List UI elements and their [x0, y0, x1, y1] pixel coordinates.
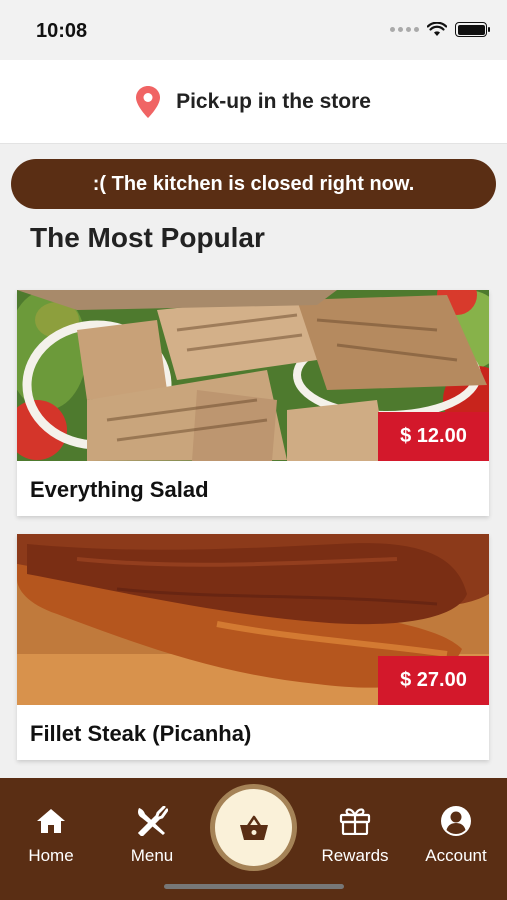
product-title: Fillet Steak (Picanha) [30, 721, 252, 746]
section-title: The Most Popular [30, 222, 265, 253]
nav-label-home: Home [28, 846, 74, 865]
basket-button[interactable] [210, 784, 297, 871]
home-indicator[interactable] [164, 884, 344, 889]
pickup-selector[interactable]: Pick-up in the store [0, 60, 507, 144]
nav-item-account[interactable]: Account [406, 804, 506, 868]
status-time: 10:08 [36, 20, 88, 42]
signal-icon [390, 27, 419, 32]
fork-knife-icon [137, 806, 168, 836]
location-pin-icon [136, 85, 161, 118]
product-title: Everything Salad [30, 477, 209, 502]
kitchen-closed-banner: :( The kitchen is closed right now. [11, 159, 496, 209]
battery-icon [455, 22, 490, 37]
price-badge: $ 12.00 [378, 412, 489, 461]
pickup-label: Pick-up in the store [176, 89, 371, 113]
banner-text: :( The kitchen is closed right now. [92, 172, 415, 195]
wifi-icon [427, 22, 447, 36]
status-bar: 10:08 [0, 0, 507, 60]
nav-item-rewards[interactable]: Rewards [305, 804, 405, 868]
nav-label-menu: Menu [130, 846, 174, 865]
nav-item-menu[interactable]: Menu [102, 804, 202, 868]
account-icon [441, 806, 471, 836]
nav-item-home[interactable]: Home [1, 804, 101, 868]
home-icon [37, 809, 65, 833]
status-icons [390, 22, 490, 37]
price-badge: $ 27.00 [378, 656, 489, 705]
nav-label-account: Account [425, 846, 487, 865]
gift-icon [339, 808, 371, 835]
product-card[interactable]: $ 27.00 Fillet Steak (Picanha) [17, 534, 489, 760]
bottom-nav: Home Menu Rewards Account [0, 778, 507, 900]
nav-label-rewards: Rewards [321, 846, 389, 865]
basket-icon [239, 815, 268, 840]
product-card[interactable]: $ 12.00 Everything Salad [17, 290, 489, 516]
